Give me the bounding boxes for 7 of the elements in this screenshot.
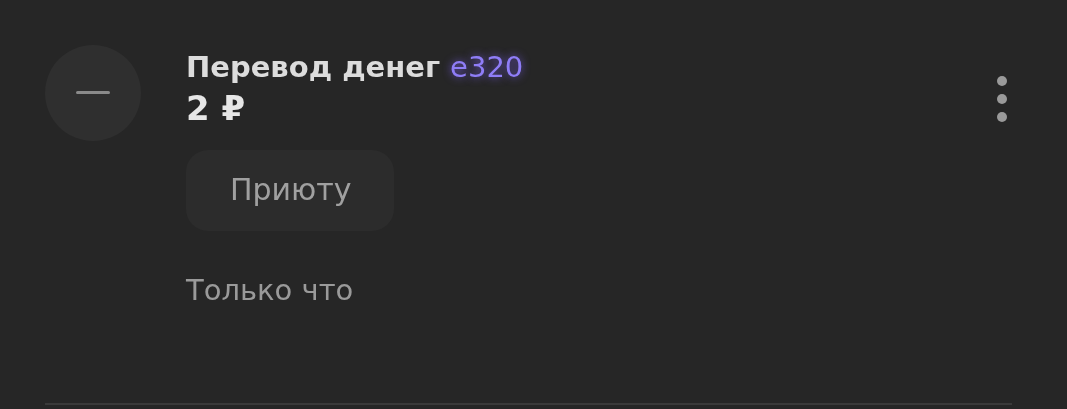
transaction-amount: 2 ₽ xyxy=(186,88,247,128)
timestamp: Только что xyxy=(186,273,355,307)
more-icon xyxy=(996,75,1008,123)
transaction-tag: e320 xyxy=(450,50,524,84)
minus-icon xyxy=(76,91,110,95)
recipient-label: Приюту xyxy=(186,150,394,231)
transaction-title: Перевод денег xyxy=(186,50,441,84)
